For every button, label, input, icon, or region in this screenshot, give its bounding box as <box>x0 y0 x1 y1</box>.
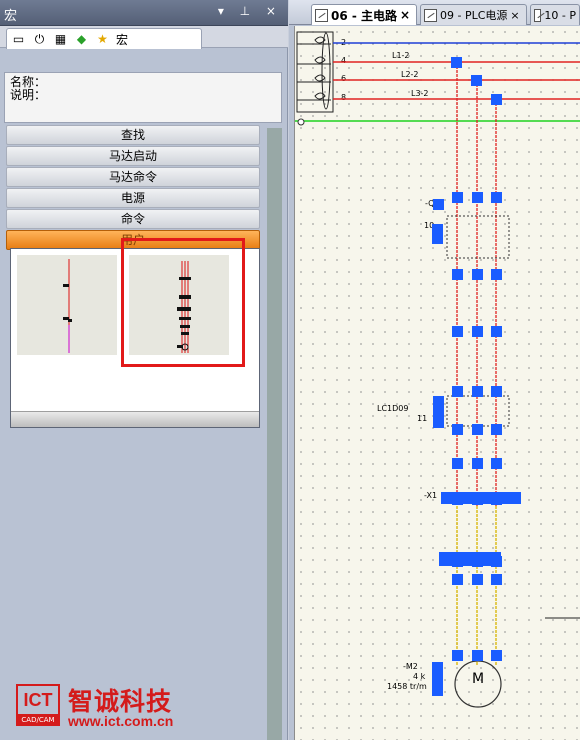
connector-marker <box>452 192 463 203</box>
circuit-breaker <box>446 215 510 259</box>
connector-marker <box>491 458 502 469</box>
macro-thumbnail-1[interactable] <box>17 255 117 355</box>
macro-thumbnail-1-drawing <box>63 259 72 353</box>
connector-marker <box>491 386 502 397</box>
terminal-number: 6 <box>341 74 346 83</box>
macro-tab-label: 宏 <box>116 32 129 47</box>
doc-tab-10[interactable]: 10 - P <box>530 4 580 25</box>
doc-tab-label: 06 - 主电路 <box>331 8 398 23</box>
doc-tab-label: 09 - PLC电源 <box>440 9 508 22</box>
panel-tabstrip: ▭ ⏻ ▦ ◆ ★ 宏 <box>0 26 288 49</box>
logo-sub: CAD/CAM <box>16 714 60 726</box>
contactor-index: 11 <box>417 414 427 423</box>
doc-tab-plc-power[interactable]: 09 - PLC电源 × <box>420 4 527 25</box>
connector-marker <box>452 650 463 661</box>
connector-marker <box>432 662 443 696</box>
connector-marker <box>472 269 483 280</box>
bus-label: L1-2 <box>392 51 410 60</box>
connector-marker <box>452 574 463 585</box>
connector-marker <box>491 574 502 585</box>
window-icon[interactable]: ▭ <box>11 32 26 47</box>
main-circuit-schematic: 2 4 6 8 L1-2 L2-2 L3-2 <box>295 31 580 708</box>
panel-controls[interactable]: ▾ ⊥ × <box>218 4 282 18</box>
connector-marker <box>452 269 463 280</box>
contactor <box>446 395 510 427</box>
connector-marker <box>433 199 444 210</box>
connector-marker <box>452 424 463 435</box>
star-icon[interactable]: ★ <box>95 32 110 47</box>
connector-marker <box>432 224 443 244</box>
panel-title: 宏 <box>4 9 18 24</box>
macro-panel: 宏 ▾ ⊥ × ▭ ⏻ ▦ ◆ ★ 宏 名称： 说明： 查找 马达启动 马达命令… <box>0 0 288 740</box>
page-icon <box>424 8 437 22</box>
macro-info-box: 名称： 说明： <box>4 72 282 123</box>
connector-marker <box>491 424 502 435</box>
connector-marker <box>439 552 501 566</box>
plug-icon[interactable]: ⏻ <box>32 32 47 47</box>
category-motor-start-button[interactable]: 马达启动 <box>6 146 260 166</box>
terminal-strip-label: -X1 <box>424 491 437 500</box>
name-label: 名称： <box>10 75 47 89</box>
ict-logo: ICT CAD/CAM 智诚科技 www.ict.com.cn <box>16 684 206 729</box>
connector-marker <box>472 192 483 203</box>
category-button-list: 查找 马达启动 马达命令 电源 命令 用户 <box>6 125 260 251</box>
connector-marker <box>451 57 462 68</box>
connector-marker <box>491 192 502 203</box>
highlight-box <box>121 238 245 367</box>
macro-tab[interactable]: ▭ ⏻ ▦ ◆ ★ 宏 <box>6 28 202 49</box>
connector-marker <box>491 269 502 280</box>
terminal-block <box>296 31 334 113</box>
terminal-number: 4 <box>341 56 346 65</box>
logo-url: www.ict.com.cn <box>68 713 174 729</box>
close-icon[interactable]: × <box>400 8 410 22</box>
diamond-icon[interactable]: ◆ <box>74 32 89 47</box>
panel-title-bar: 宏 ▾ ⊥ × <box>0 0 288 26</box>
connector-marker <box>491 326 502 337</box>
connector-marker <box>452 458 463 469</box>
description-label: 说明： <box>10 88 47 102</box>
bus-label: L2-2 <box>401 70 419 79</box>
doc-tab-main-circuit[interactable]: 06 - 主电路 × <box>311 4 417 25</box>
document-area: 06 - 主电路 × 09 - PLC电源 × 10 - P 4 6 8 L1-… <box>289 0 580 740</box>
doc-tab-label: 10 - P <box>544 8 576 22</box>
contactor-label: LC1D09 <box>377 404 408 413</box>
panel-scrollbar[interactable] <box>267 128 282 740</box>
motor-power: 4 k <box>413 672 426 681</box>
connector-marker <box>472 326 483 337</box>
connector-marker <box>441 492 521 504</box>
category-motor-command-button[interactable]: 马达命令 <box>6 167 260 187</box>
close-icon[interactable]: × <box>510 9 519 22</box>
motor-tag: -M2 <box>403 662 418 671</box>
connector-marker <box>452 326 463 337</box>
ground-terminal <box>297 118 305 126</box>
page-icon <box>534 8 542 22</box>
connector-marker <box>472 574 483 585</box>
category-command-button[interactable]: 命令 <box>6 209 260 229</box>
connector-marker <box>471 75 482 86</box>
category-power-button[interactable]: 电源 <box>6 188 260 208</box>
connector-marker <box>433 396 444 428</box>
connector-marker <box>472 386 483 397</box>
schematic-canvas[interactable]: 2 4 6 8 L1-2 L2-2 L3-2 <box>294 26 580 740</box>
document-tabstrip: 06 - 主电路 × 09 - PLC电源 × 10 - P <box>289 0 580 25</box>
grid-icon[interactable]: ▦ <box>53 32 68 47</box>
logo-mark: ICT <box>16 684 60 716</box>
connector-marker <box>491 650 502 661</box>
motor-speed: 1458 tr/m <box>387 682 427 691</box>
motor-label: M <box>472 671 484 687</box>
connector-marker <box>491 94 502 105</box>
category-search-button[interactable]: 查找 <box>6 125 260 145</box>
connector-marker <box>472 650 483 661</box>
terminal-number: 8 <box>341 93 346 102</box>
connector-marker <box>472 424 483 435</box>
connector-marker <box>472 458 483 469</box>
user-area-footer <box>11 411 259 427</box>
page-icon <box>315 8 328 22</box>
bus-label: L3-2 <box>411 89 429 98</box>
connector-marker <box>452 386 463 397</box>
